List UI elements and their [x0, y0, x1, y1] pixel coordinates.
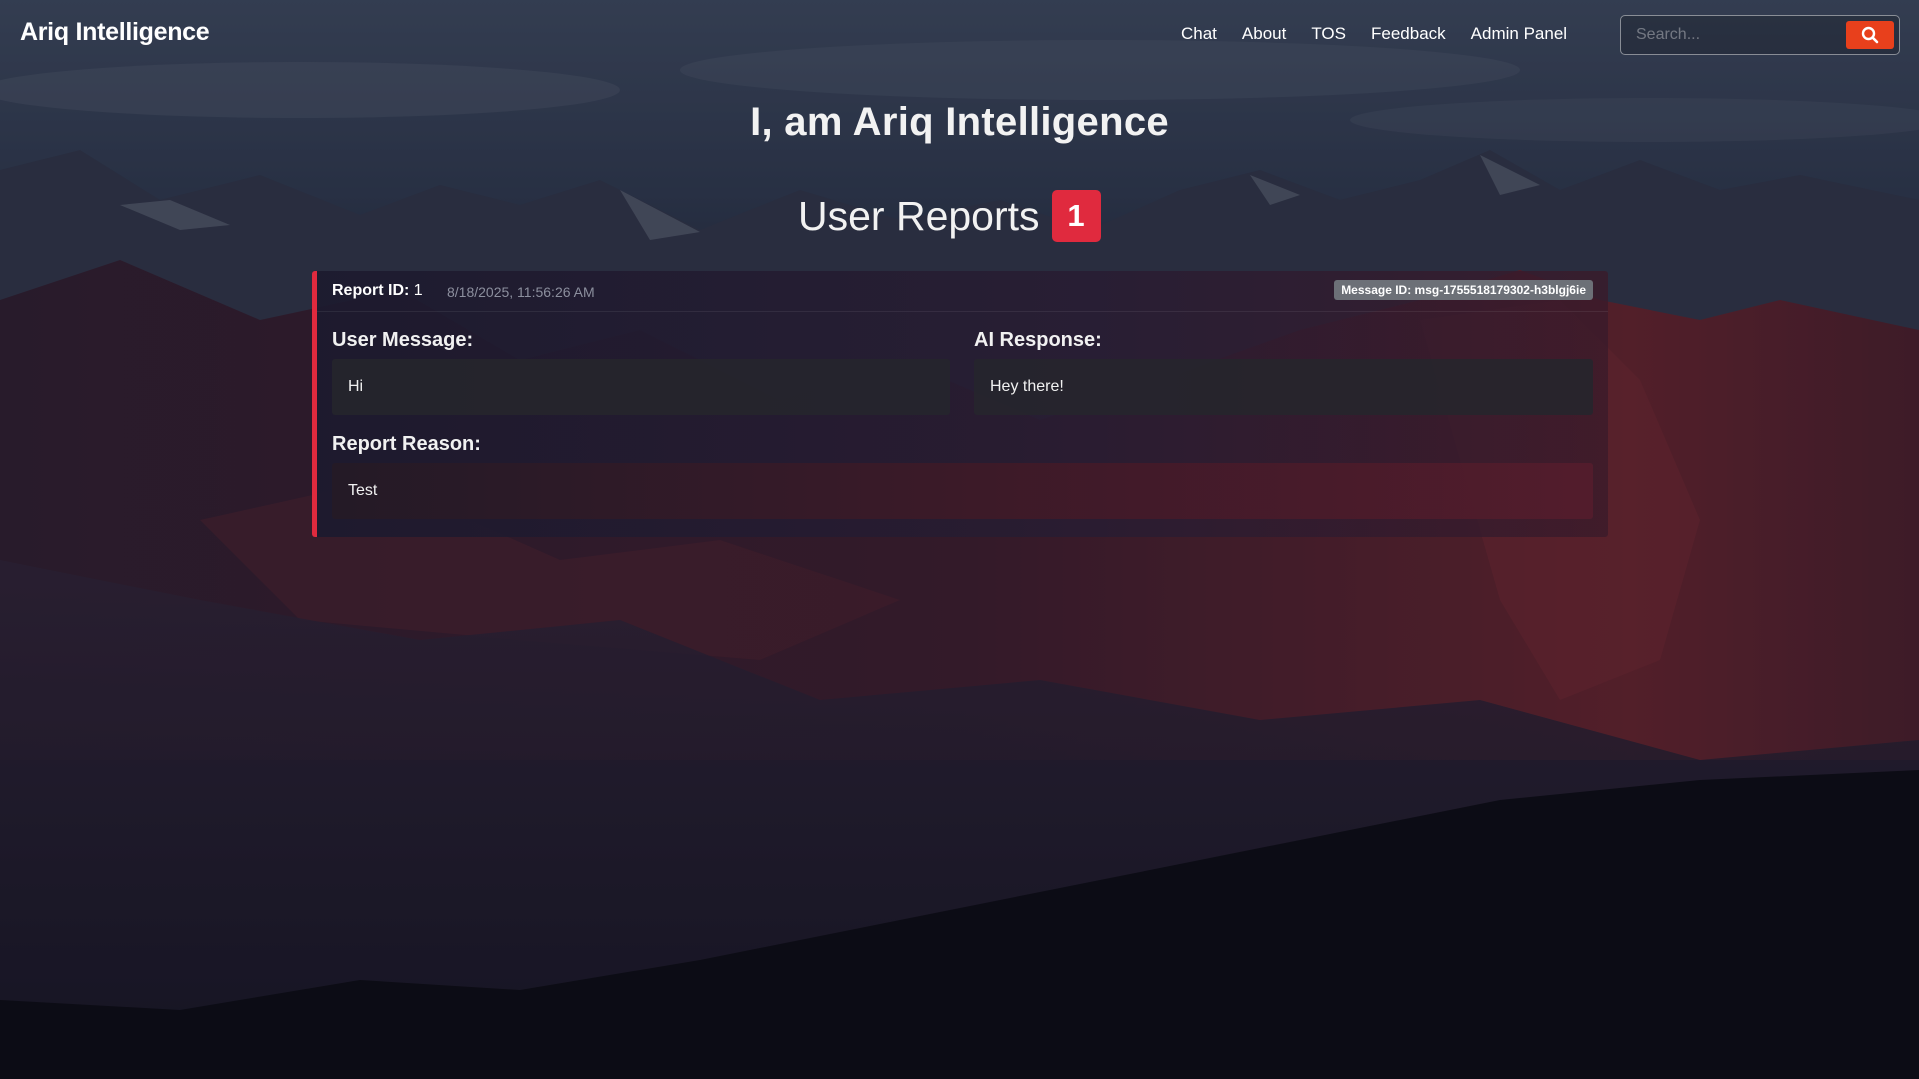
report-reason-label: Report Reason: [332, 433, 481, 455]
report-timestamp: 8/18/2025, 11:56:26 AM [447, 284, 595, 300]
nav-links: Chat About TOS Feedback Admin Panel [1181, 24, 1592, 44]
report-reason-box: Test [332, 463, 1593, 519]
report-id-value: 1 [413, 282, 423, 299]
search-icon [1861, 26, 1879, 44]
nav-link-chat[interactable]: Chat [1181, 24, 1217, 44]
reports-title: User Reports [798, 192, 1040, 239]
report-card: Report ID: 1 8/18/2025, 11:56:26 AM Mess… [312, 271, 1608, 537]
search-button[interactable] [1846, 21, 1894, 49]
nav-link-feedback[interactable]: Feedback [1371, 24, 1446, 44]
report-id: Report ID: 1 [332, 282, 423, 300]
reports-heading: User Reports 1 [798, 190, 1101, 242]
search-box [1620, 15, 1900, 55]
brand-logo[interactable]: Ariq Intelligence [20, 18, 210, 47]
nav-link-admin-panel[interactable]: Admin Panel [1471, 24, 1567, 44]
user-message-box: Hi [332, 359, 950, 415]
user-message-label: User Message: [332, 329, 474, 351]
reports-count-badge: 1 [1051, 190, 1101, 242]
ai-response-box: Hey there! [974, 359, 1593, 415]
report-card-header: Report ID: 1 8/18/2025, 11:56:26 AM Mess… [317, 271, 1608, 312]
message-id-badge: Message ID: msg-1755518179302-h3blgj6ie [1334, 280, 1593, 300]
page: Ariq Intelligence Chat About TOS Feedbac… [0, 0, 1919, 1079]
ai-response-label: AI Response: [974, 329, 1102, 351]
nav-link-about[interactable]: About [1242, 24, 1286, 44]
search-input[interactable] [1621, 16, 1849, 54]
hero-title: I, am Ariq Intelligence [750, 100, 1169, 144]
report-id-label: Report ID: [332, 282, 410, 299]
navbar: Ariq Intelligence Chat About TOS Feedbac… [0, 0, 1919, 70]
nav-link-tos[interactable]: TOS [1311, 24, 1346, 44]
